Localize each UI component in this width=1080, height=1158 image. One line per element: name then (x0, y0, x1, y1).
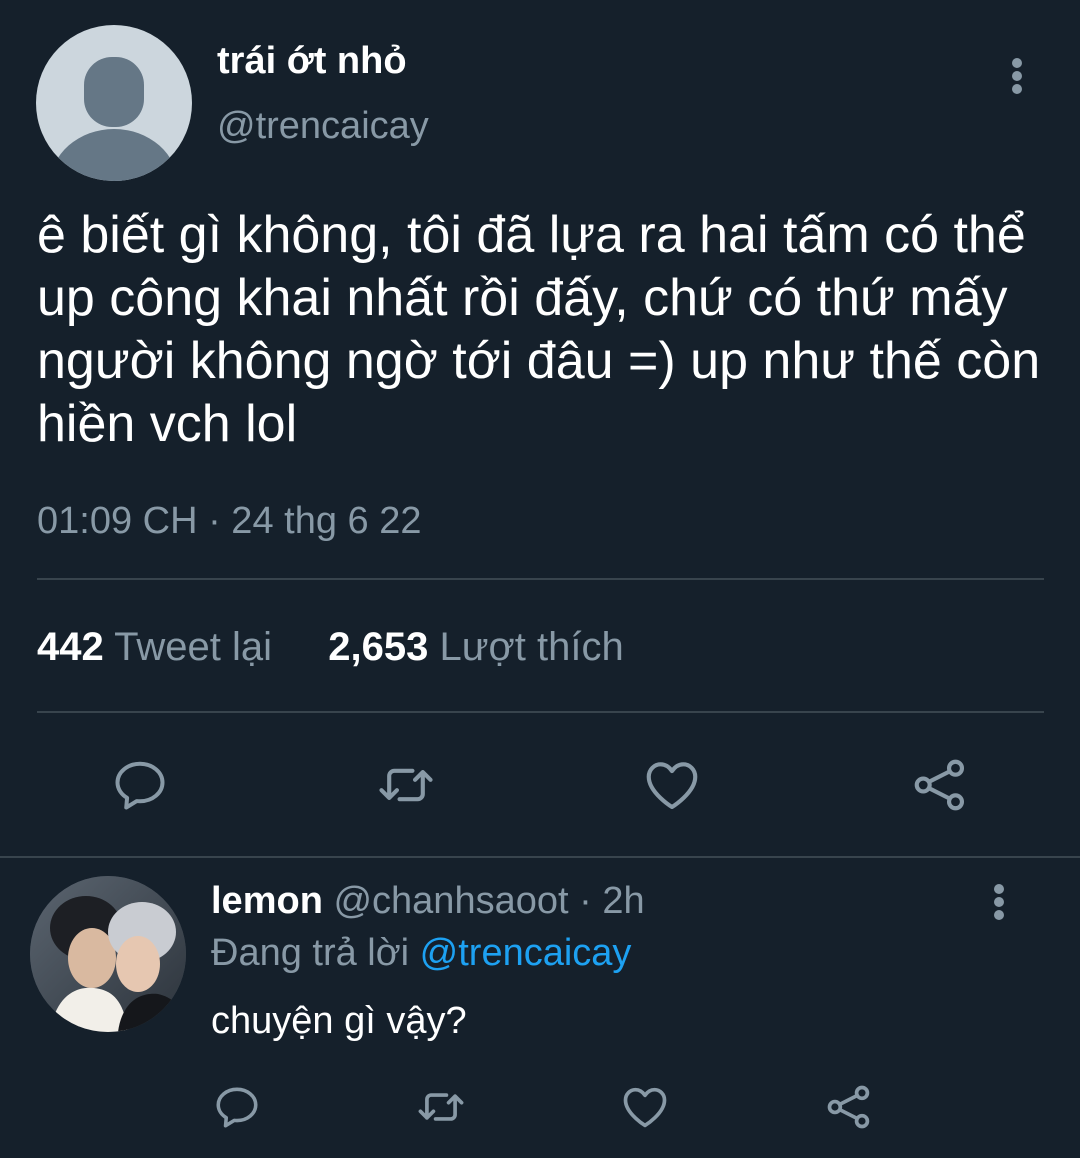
retweet-icon (418, 1093, 464, 1121)
tweet-text: ê biết gì không, tôi đã lựa ra hai tấm c… (37, 206, 1041, 453)
reply-handle[interactable]: @chanhsaoot (333, 880, 568, 922)
divider (37, 711, 1044, 713)
share-button[interactable] (905, 750, 975, 820)
like-stat[interactable]: 2,653 Lượt thích (328, 625, 623, 669)
avatar[interactable] (36, 25, 192, 181)
user-handle[interactable]: @trencaicay (217, 105, 429, 148)
display-name[interactable]: trái ớt nhỏ (217, 40, 407, 83)
reply-button[interactable] (105, 750, 175, 820)
like-count: 2,653 (328, 625, 429, 669)
divider (37, 578, 1044, 580)
section-divider (0, 856, 1080, 858)
replying-prefix: Đang trả lời (211, 932, 410, 974)
reply-like-button[interactable] (610, 1072, 680, 1142)
retweet-button[interactable] (371, 750, 441, 820)
share-icon (914, 759, 965, 811)
more-icon (1012, 58, 1022, 94)
reply-avatar[interactable] (30, 876, 186, 1032)
reply-icon (115, 761, 165, 810)
like-button[interactable] (637, 750, 707, 820)
reply-time: · 2h (579, 880, 645, 922)
reply-text: chuyện gì vậy? (211, 1000, 467, 1042)
default-avatar-icon (50, 57, 178, 181)
like-icon (623, 1087, 667, 1128)
reply-display-name[interactable]: lemon (211, 880, 323, 922)
more-options-button[interactable] (1004, 58, 1030, 98)
reply-reply-button[interactable] (202, 1072, 272, 1142)
share-icon (827, 1085, 870, 1129)
retweet-count: 442 (37, 625, 104, 669)
retweet-icon (379, 768, 433, 802)
like-label: Lượt thích (439, 625, 624, 669)
like-icon (646, 762, 698, 810)
tweet-timestamp[interactable]: 01:09 CH · 24 thg 6 22 (37, 500, 421, 543)
reply-retweet-button[interactable] (406, 1072, 476, 1142)
tweet-stats: 442 Tweet lại 2,653 Lượt thích (37, 625, 624, 670)
reply-icon (216, 1087, 258, 1128)
retweet-stat[interactable]: 442 Tweet lại (37, 625, 283, 669)
replying-to-link[interactable]: @trencaicay (420, 932, 632, 974)
retweet-label: Tweet lại (114, 625, 272, 669)
reply-header: lemon @chanhsaoot · 2h (211, 880, 645, 923)
more-icon (994, 884, 1004, 920)
replying-to: Đang trả lời @trencaicay (211, 932, 631, 975)
reply-share-button[interactable] (814, 1072, 884, 1142)
profile-photo (30, 876, 186, 1032)
reply-more-options-button[interactable] (986, 884, 1012, 924)
